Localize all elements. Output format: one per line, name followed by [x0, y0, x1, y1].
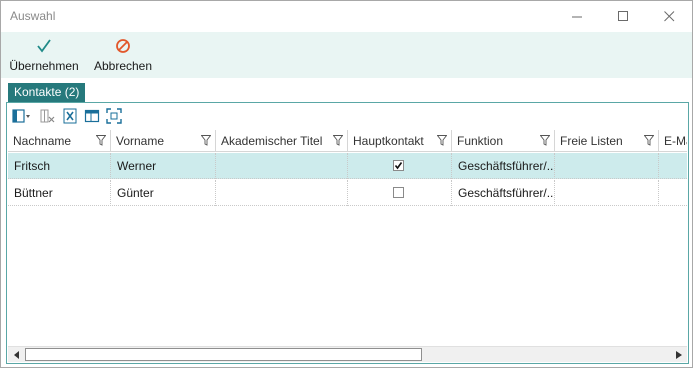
table-row[interactable]: Büttner Günter Geschäftsführer/... [8, 180, 687, 206]
contacts-panel: Nachname Vorname Akademischer Titel Haup… [6, 102, 689, 364]
hauptkontakt-checkbox[interactable] [393, 160, 404, 171]
filter-icon[interactable] [437, 135, 447, 146]
scroll-left-button[interactable] [8, 347, 25, 363]
column-header-label: Nachname [13, 134, 72, 148]
column-header-label: Hauptkontakt [353, 134, 424, 148]
column-header-nachname[interactable]: Nachname [8, 130, 111, 152]
cancel-icon [116, 39, 130, 53]
close-button[interactable] [646, 1, 692, 32]
cell-titel [216, 153, 348, 179]
checkmark-icon [394, 162, 403, 170]
grid-toolbar [7, 103, 688, 129]
filter-icon[interactable] [540, 135, 550, 146]
cell-freie-listen [555, 153, 659, 179]
cell-hauptkontakt [348, 153, 452, 179]
table-row[interactable]: Fritsch Werner Geschäftsführer/... [8, 153, 687, 179]
apply-button[interactable]: Übernehmen [7, 32, 81, 78]
column-header-label: Akademischer Titel [221, 134, 323, 148]
column-header-funktion[interactable]: Funktion [452, 130, 555, 152]
close-icon [663, 11, 674, 22]
filter-icon[interactable] [201, 135, 211, 146]
hauptkontakt-checkbox[interactable] [393, 187, 404, 198]
excel-export-icon[interactable] [62, 108, 78, 124]
tab-contacts[interactable]: Kontakte (2) [8, 83, 86, 102]
clear-filter-icon[interactable] [40, 108, 56, 124]
filter-icon[interactable] [96, 135, 106, 146]
selection-dialog: Auswahl Übernehmen Abbrechen Kontakte (2… [0, 0, 693, 368]
layout-icon[interactable] [84, 108, 100, 124]
cancel-button-label: Abbrechen [93, 59, 153, 73]
column-header-label: Funktion [457, 134, 504, 148]
arrow-right-icon [675, 351, 682, 359]
scroll-right-button[interactable] [670, 347, 687, 363]
column-header-freie-listen[interactable]: Freie Listen [555, 130, 659, 152]
cell-freie-listen [555, 180, 659, 206]
column-chooser-icon[interactable] [12, 108, 32, 124]
ribbon-toolbar: Übernehmen Abbrechen [1, 32, 692, 78]
column-header-label: E-Mail [664, 134, 687, 148]
cell-funktion: Geschäftsführer/... [452, 153, 555, 179]
scrollbar-thumb[interactable] [25, 348, 422, 361]
title-bar: Auswahl [1, 1, 692, 32]
filter-icon[interactable] [333, 135, 343, 146]
column-header-label: Freie Listen [560, 134, 623, 148]
apply-button-label: Übernehmen [9, 59, 79, 73]
column-header-label: Vorname [116, 134, 165, 148]
cell-nachname: Büttner [8, 180, 111, 206]
column-header-hauptkontakt[interactable]: Hauptkontakt [348, 130, 452, 152]
column-header-vorname[interactable]: Vorname [111, 130, 216, 152]
minimize-icon [571, 16, 582, 18]
maximize-button[interactable] [600, 1, 646, 32]
tab-contacts-label: Kontakte (2) [14, 85, 80, 99]
contacts-grid: Nachname Vorname Akademischer Titel Haup… [8, 130, 687, 346]
column-header-titel[interactable]: Akademischer Titel [216, 130, 348, 152]
minimize-button[interactable] [554, 1, 600, 32]
checkmark-icon [37, 39, 51, 53]
arrow-left-icon [13, 351, 19, 359]
window-title: Auswahl [10, 9, 56, 23]
fit-columns-icon[interactable] [106, 108, 122, 124]
cell-funktion: Geschäftsführer/... [452, 180, 555, 206]
maximize-icon [617, 11, 628, 21]
column-header-email[interactable]: E-Mail [659, 130, 687, 152]
cell-titel [216, 180, 348, 206]
cell-nachname: Fritsch [8, 153, 111, 179]
cell-hauptkontakt [348, 180, 452, 206]
cancel-button[interactable]: Abbrechen [91, 32, 155, 78]
cell-vorname: Werner [111, 153, 216, 179]
horizontal-scrollbar[interactable] [8, 346, 687, 362]
filter-icon[interactable] [644, 135, 654, 146]
cell-vorname: Günter [111, 180, 216, 206]
